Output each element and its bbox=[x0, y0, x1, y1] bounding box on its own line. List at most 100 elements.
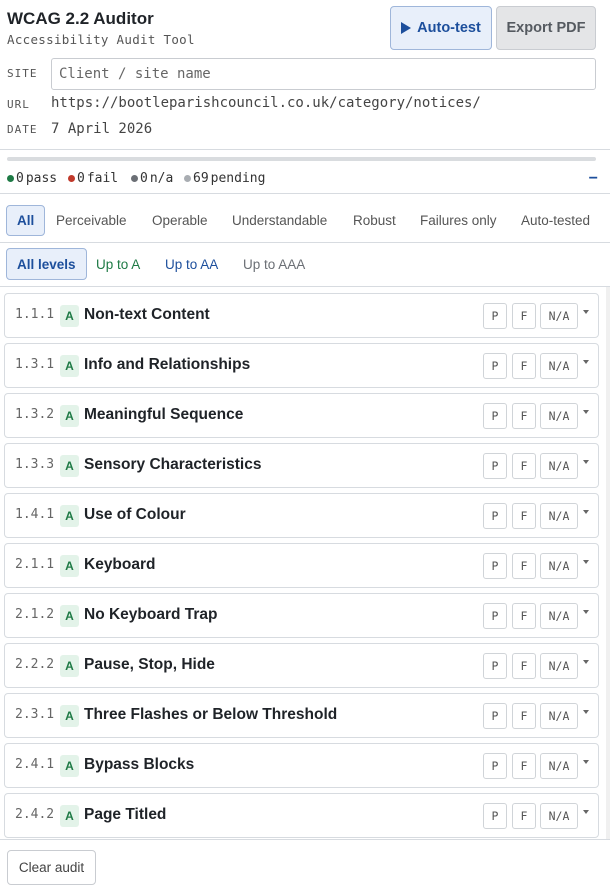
fail-button[interactable]: F bbox=[512, 403, 536, 429]
expand-caret-icon[interactable] bbox=[583, 410, 589, 414]
na-button[interactable]: N/A bbox=[540, 703, 578, 729]
na-button[interactable]: N/A bbox=[540, 403, 578, 429]
pass-label: pass bbox=[25, 171, 58, 186]
level-badge: A bbox=[60, 805, 79, 827]
expand-caret-icon[interactable] bbox=[583, 560, 589, 564]
pass-button[interactable]: P bbox=[483, 403, 507, 429]
criterion-number: 2.1.2 bbox=[15, 607, 55, 622]
criterion-number: 2.1.1 bbox=[15, 557, 55, 572]
fail-label: fail bbox=[86, 171, 119, 186]
criterion-number: 1.4.1 bbox=[15, 507, 55, 522]
list-scrollbar[interactable] bbox=[606, 287, 610, 839]
criterion-number: 1.3.2 bbox=[15, 407, 55, 422]
na-button[interactable]: N/A bbox=[540, 303, 578, 329]
pass-button[interactable]: P bbox=[483, 353, 507, 379]
url-value: https://bootleparishcouncil.co.uk/catego… bbox=[51, 95, 481, 111]
criterion-name: Page Titled bbox=[84, 806, 167, 823]
na-button[interactable]: N/A bbox=[540, 603, 578, 629]
app-header: WCAG 2.2 Auditor Accessibility Audit Too… bbox=[0, 0, 610, 150]
site-name-input[interactable] bbox=[51, 58, 596, 90]
na-button[interactable]: N/A bbox=[540, 353, 578, 379]
fail-button[interactable]: F bbox=[512, 753, 536, 779]
tab-robust[interactable]: Robust bbox=[343, 205, 406, 236]
fail-button[interactable]: F bbox=[512, 603, 536, 629]
fail-button[interactable]: F bbox=[512, 653, 536, 679]
clear-audit-button[interactable]: Clear audit bbox=[7, 850, 96, 885]
level-badge: A bbox=[60, 555, 79, 577]
criterion-row[interactable]: 1.3.3 A Sensory Characteristics P F N/A bbox=[4, 443, 599, 488]
site-label: SITE bbox=[7, 67, 38, 80]
pass-button[interactable]: P bbox=[483, 303, 507, 329]
tab-failures-only[interactable]: Failures only bbox=[410, 205, 507, 236]
criterion-row[interactable]: 2.1.2 A No Keyboard Trap P F N/A bbox=[4, 593, 599, 638]
pass-button[interactable]: P bbox=[483, 653, 507, 679]
na-button[interactable]: N/A bbox=[540, 753, 578, 779]
stats-bar: 0 pass 0 fail 0 n/a 69 pending − bbox=[0, 164, 610, 194]
fail-button[interactable]: F bbox=[512, 303, 536, 329]
pass-button[interactable]: P bbox=[483, 453, 507, 479]
pass-dot-icon bbox=[7, 175, 14, 182]
criterion-row[interactable]: 2.3.1 A Three Flashes or Below Threshold… bbox=[4, 693, 599, 738]
export-pdf-button[interactable]: Export PDF bbox=[496, 6, 596, 50]
fail-button[interactable]: F bbox=[512, 553, 536, 579]
tab-auto-tested[interactable]: Auto-tested bbox=[511, 205, 600, 236]
na-button[interactable]: N/A bbox=[540, 553, 578, 579]
fail-button[interactable]: F bbox=[512, 503, 536, 529]
expand-caret-icon[interactable] bbox=[583, 610, 589, 614]
expand-caret-icon[interactable] bbox=[583, 810, 589, 814]
pass-button[interactable]: P bbox=[483, 803, 507, 829]
footer: Clear audit bbox=[0, 839, 610, 890]
criterion-row[interactable]: 2.4.1 A Bypass Blocks P F N/A bbox=[4, 743, 599, 788]
criterion-name: Bypass Blocks bbox=[84, 756, 195, 773]
stat-fail: 0 fail bbox=[68, 171, 118, 186]
level-badge: A bbox=[60, 455, 79, 477]
fail-button[interactable]: F bbox=[512, 353, 536, 379]
expand-caret-icon[interactable] bbox=[583, 760, 589, 764]
na-button[interactable]: N/A bbox=[540, 503, 578, 529]
level-up-to-a[interactable]: Up to A bbox=[86, 248, 150, 280]
expand-caret-icon[interactable] bbox=[583, 360, 589, 364]
tab-perceivable[interactable]: Perceivable bbox=[46, 205, 137, 236]
na-label: n/a bbox=[149, 171, 174, 186]
collapse-stats-button[interactable]: − bbox=[589, 170, 598, 188]
expand-caret-icon[interactable] bbox=[583, 660, 589, 664]
tab-operable[interactable]: Operable bbox=[142, 205, 218, 236]
criterion-row[interactable]: 2.4.2 A Page Titled P F N/A bbox=[4, 793, 599, 838]
pending-label: pending bbox=[210, 171, 266, 186]
criterion-row[interactable]: 2.2.2 A Pause, Stop, Hide P F N/A bbox=[4, 643, 599, 688]
auto-test-button[interactable]: Auto-test bbox=[390, 6, 492, 50]
stat-pass: 0 pass bbox=[7, 171, 57, 186]
level-up-to-aa[interactable]: Up to AA bbox=[155, 248, 228, 280]
expand-caret-icon[interactable] bbox=[583, 710, 589, 714]
criterion-row[interactable]: 1.4.1 A Use of Colour P F N/A bbox=[4, 493, 599, 538]
tab-all[interactable]: All bbox=[6, 205, 46, 236]
criterion-number: 2.2.2 bbox=[15, 657, 55, 672]
expand-caret-icon[interactable] bbox=[583, 460, 589, 464]
criterion-row[interactable]: 1.3.2 A Meaningful Sequence P F N/A bbox=[4, 393, 599, 438]
fail-button[interactable]: F bbox=[512, 803, 536, 829]
pass-button[interactable]: P bbox=[483, 603, 507, 629]
criterion-name: Info and Relationships bbox=[84, 356, 251, 373]
criterion-name: No Keyboard Trap bbox=[84, 606, 218, 623]
na-button[interactable]: N/A bbox=[540, 803, 578, 829]
level-badge: A bbox=[60, 355, 79, 377]
criterion-row[interactable]: 1.3.1 A Info and Relationships P F N/A bbox=[4, 343, 599, 388]
pass-button[interactable]: P bbox=[483, 703, 507, 729]
expand-caret-icon[interactable] bbox=[583, 310, 589, 314]
na-button[interactable]: N/A bbox=[540, 653, 578, 679]
fail-count: 0 bbox=[77, 171, 85, 186]
fail-button[interactable]: F bbox=[512, 453, 536, 479]
tab-understandable[interactable]: Understandable bbox=[222, 205, 337, 236]
level-all[interactable]: All levels bbox=[6, 248, 87, 280]
na-button[interactable]: N/A bbox=[540, 453, 578, 479]
criterion-row[interactable]: 1.1.1 A Non-text Content P F N/A bbox=[4, 293, 599, 338]
date-label: DATE bbox=[7, 123, 38, 136]
level-up-to-aaa[interactable]: Up to AAA bbox=[233, 248, 315, 280]
expand-caret-icon[interactable] bbox=[583, 510, 589, 514]
criterion-number: 1.3.1 bbox=[15, 357, 55, 372]
pass-button[interactable]: P bbox=[483, 753, 507, 779]
fail-button[interactable]: F bbox=[512, 703, 536, 729]
pass-button[interactable]: P bbox=[483, 553, 507, 579]
criterion-row[interactable]: 2.1.1 A Keyboard P F N/A bbox=[4, 543, 599, 588]
pass-button[interactable]: P bbox=[483, 503, 507, 529]
